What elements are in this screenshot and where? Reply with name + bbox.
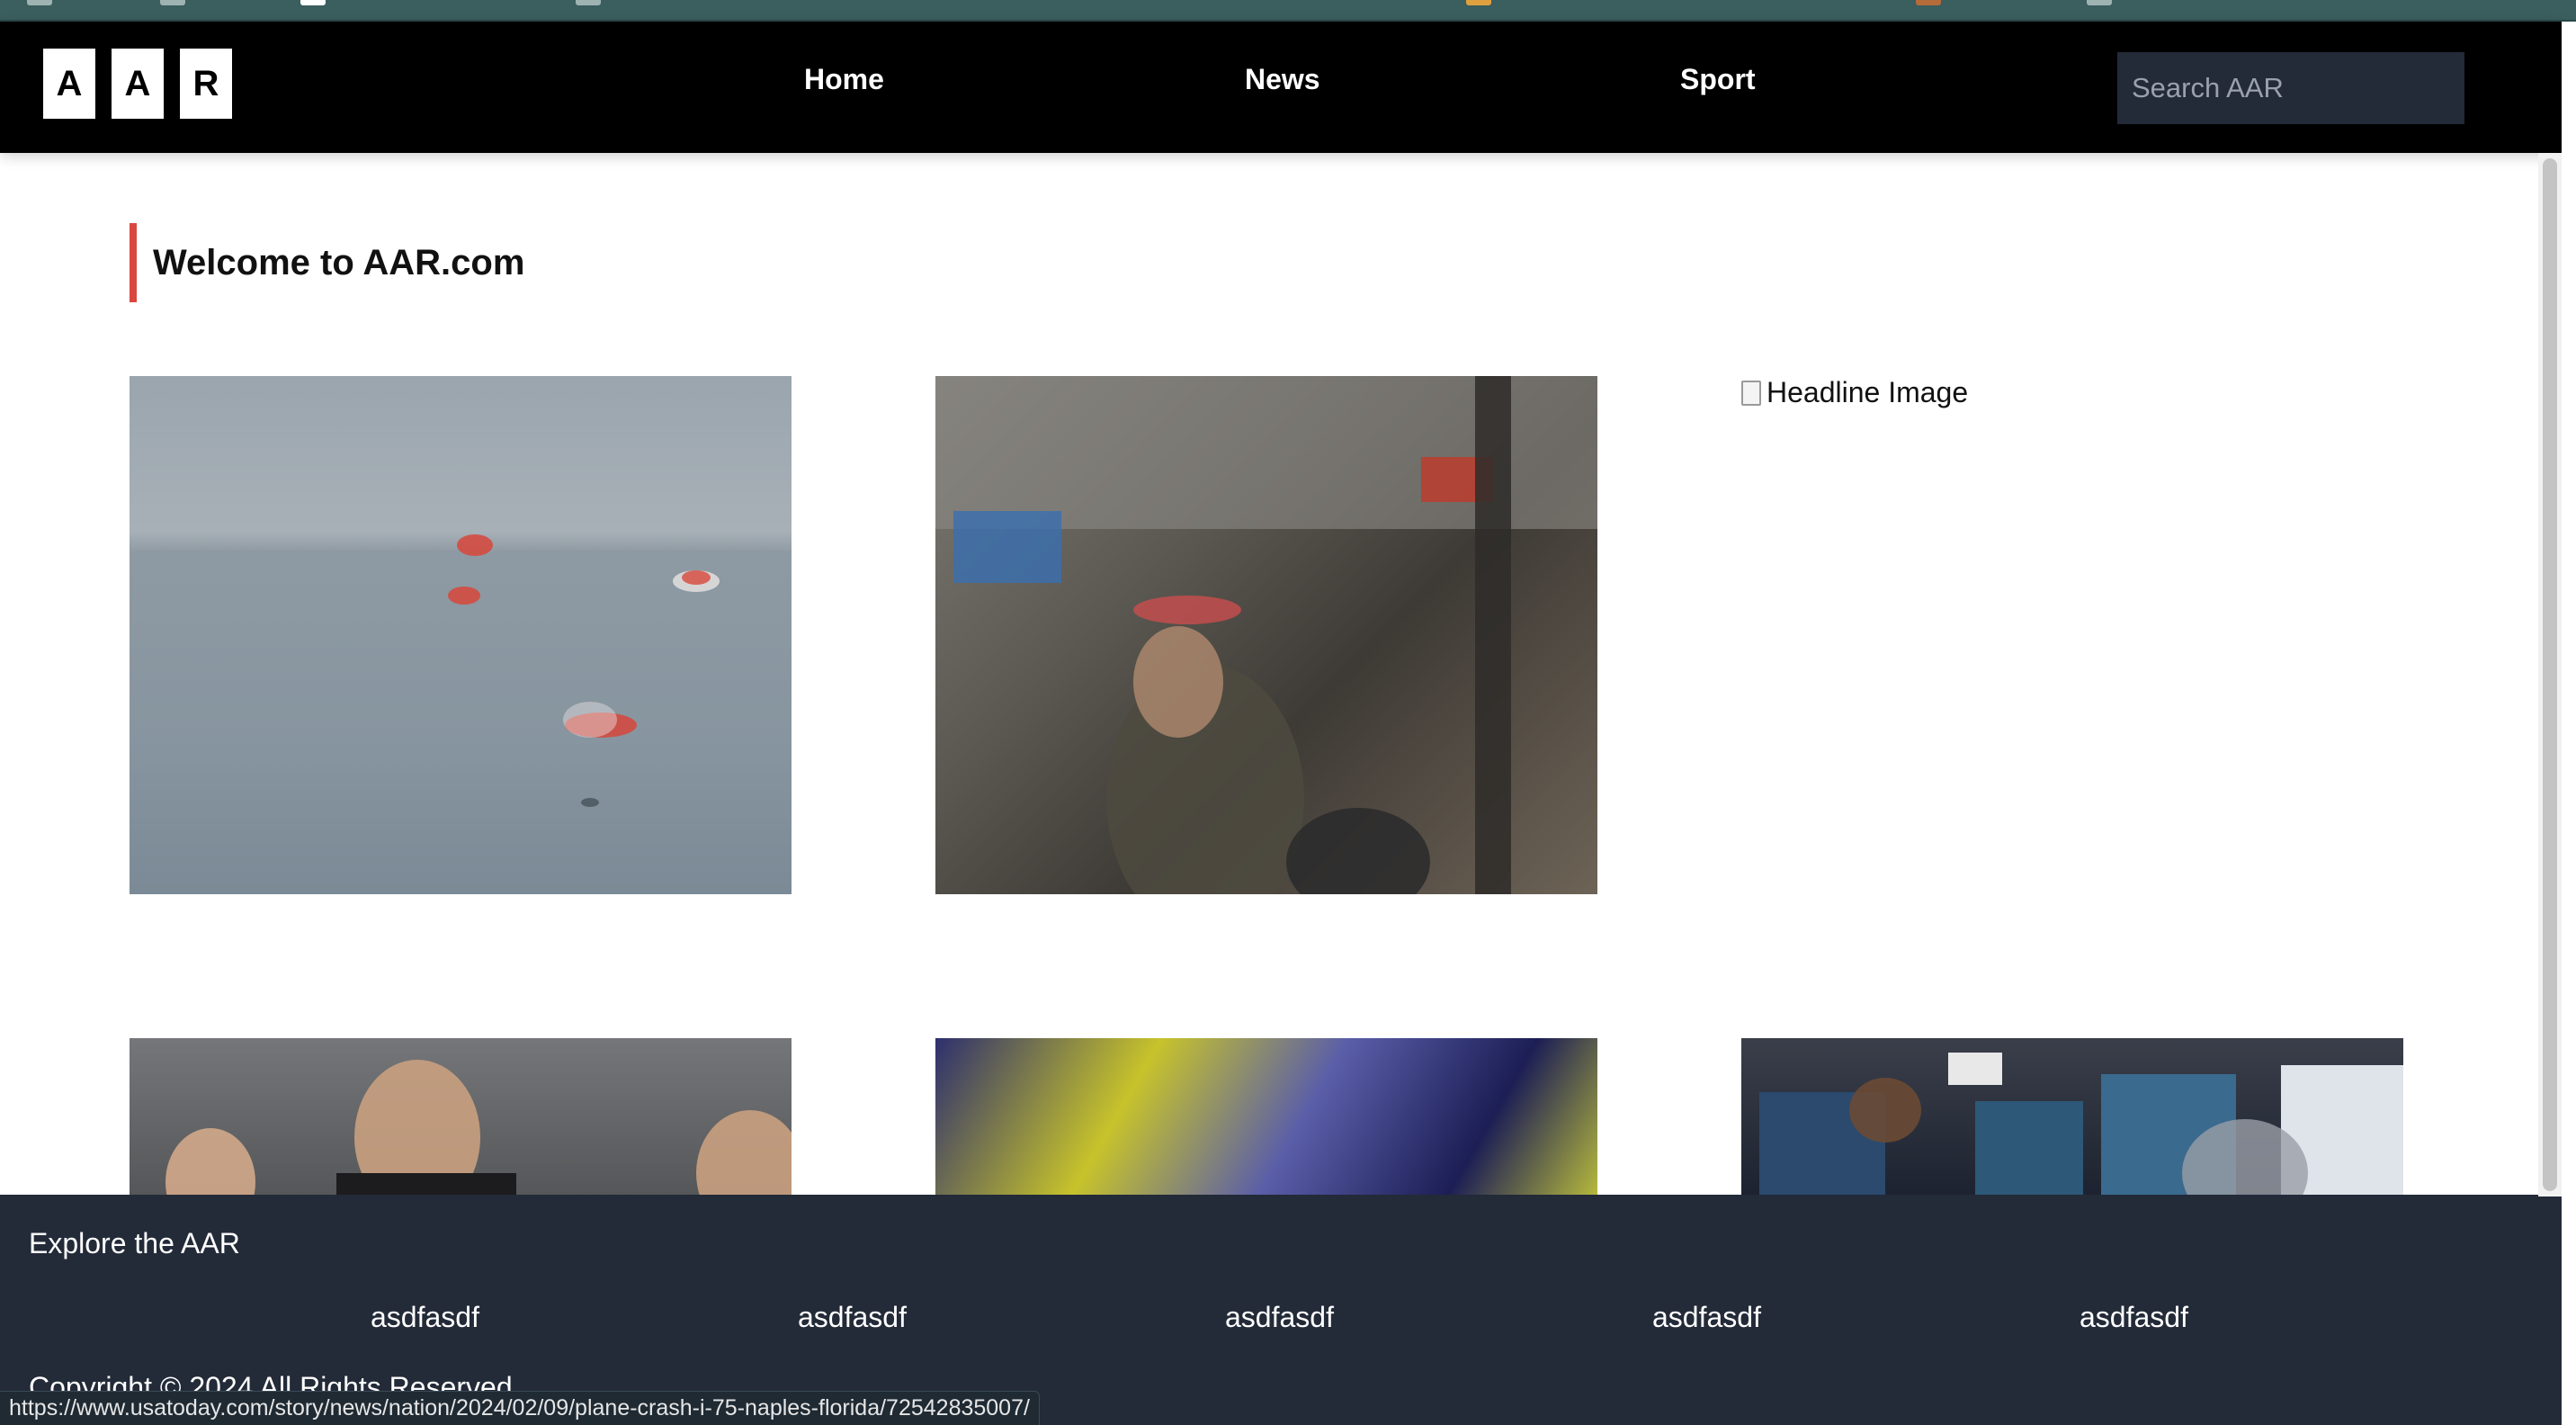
scrollbar-thumb[interactable] [2543, 158, 2557, 1191]
welcome-heading-block: Welcome to AAR.com [130, 223, 524, 302]
footer-link[interactable]: asdfasdf [798, 1301, 907, 1334]
bookmark-icon[interactable] [160, 0, 185, 5]
window-edge [2562, 22, 2576, 1425]
search-input[interactable] [2117, 52, 2464, 124]
nav-home-link[interactable]: Home [804, 63, 884, 96]
image-alt-text: Headline Image [1767, 376, 1969, 408]
crowd-scene [935, 376, 1597, 894]
nav-sport-link[interactable]: Sport [1680, 63, 1756, 96]
trading-floor-scene [1759, 1053, 2403, 1196]
status-bar-url: https://www.usatoday.com/story/news/nati… [0, 1391, 1040, 1425]
headline-image-sea-parachutes[interactable] [130, 376, 792, 894]
headline-image-politicians[interactable] [130, 1038, 792, 1196]
browser-bookmarks-bar [0, 0, 2576, 22]
footer-link[interactable]: asdfasdf [1225, 1301, 1334, 1334]
bookmark-icon[interactable] [1916, 0, 1941, 5]
vertical-scrollbar[interactable] [2538, 153, 2562, 1196]
bookmark-icon[interactable] [576, 0, 601, 5]
bookmark-icon[interactable] [27, 0, 52, 5]
headline-image-broken[interactable]: Headline Image [1741, 376, 1968, 409]
site-logo[interactable]: A A R [43, 49, 232, 119]
bookmark-icon[interactable] [2087, 0, 2112, 5]
logo-letter: A [112, 49, 164, 119]
page-title: Welcome to AAR.com [153, 242, 525, 282]
bookmark-icon[interactable] [1466, 0, 1491, 5]
logo-letter: R [180, 49, 232, 119]
page: A A R Home News Sport Welcome to AAR.com [0, 0, 2576, 1425]
logo-letter: A [43, 49, 95, 119]
parachute-scene [448, 534, 720, 807]
headline-image-market-crowd[interactable] [935, 376, 1597, 894]
politicians-scene [130, 1038, 792, 1196]
bookmark-icon[interactable] [300, 0, 326, 5]
footer-title: Explore the AAR [29, 1227, 240, 1259]
headline-image-stock-exchange[interactable] [1741, 1038, 2403, 1196]
footer-link[interactable]: asdfasdf [371, 1301, 479, 1334]
nav-news-link[interactable]: News [1245, 63, 1320, 96]
site-header: A A R Home News Sport [0, 22, 2562, 153]
footer-link[interactable]: asdfasdf [1652, 1301, 1761, 1334]
footer-link[interactable]: asdfasdf [2080, 1301, 2188, 1334]
broken-image-icon [1741, 380, 1761, 406]
headline-image-stadium[interactable] [935, 1038, 1597, 1196]
